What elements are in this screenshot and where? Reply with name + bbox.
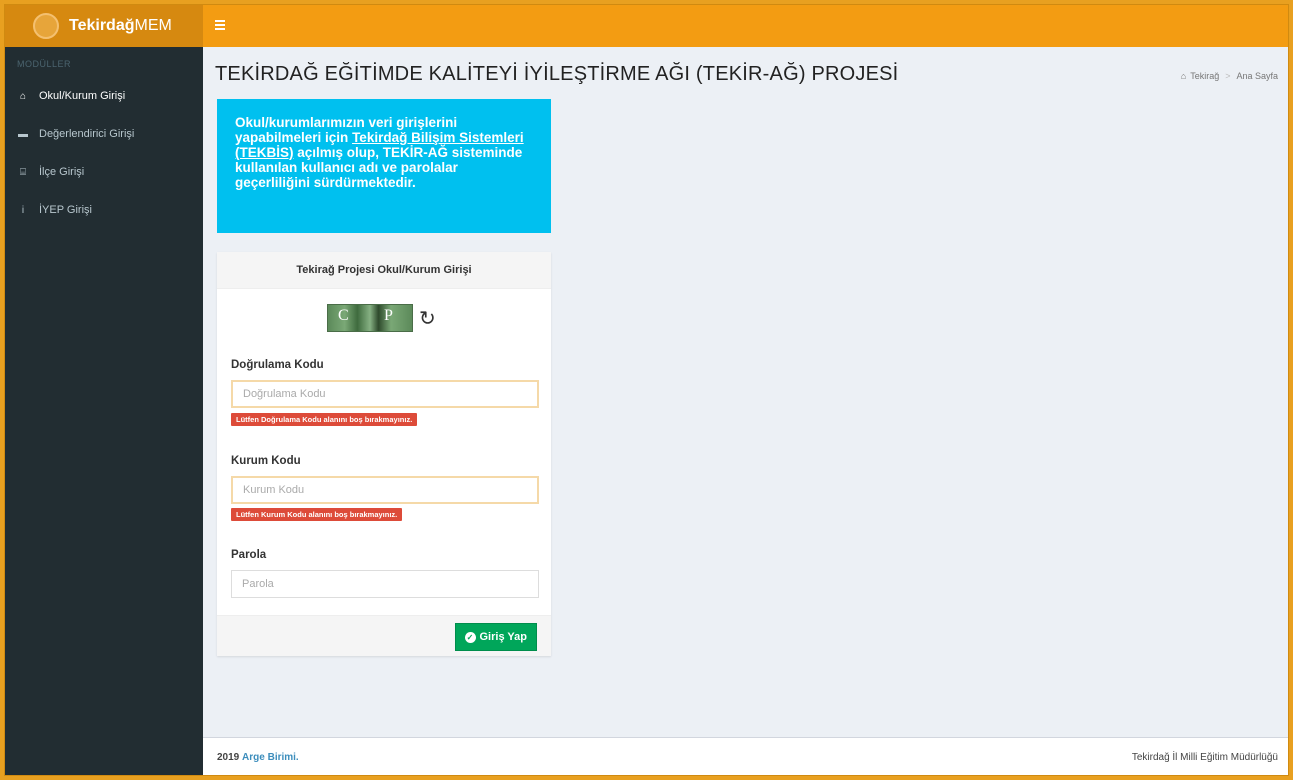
sidebar-item-label: Okul/Kurum Girişi [39, 90, 126, 102]
page-footer: 2019 Arge Birimi. Tekirdağ İl Milli Eğit… [203, 737, 1288, 775]
breadcrumb-item-home: Ana Sayfa [1236, 71, 1278, 81]
refresh-icon[interactable]: ↻ [419, 306, 436, 331]
login-button[interactable]: ✓ Giriş Yap [454, 623, 537, 651]
captcha-code-label: Doğrulama Kodu [231, 359, 324, 371]
institution-icon: ⌸ [20, 166, 26, 178]
captcha-char: P [384, 307, 393, 324]
sidebar-item-label: İlçe Girişi [39, 166, 85, 178]
main-content: TEKİRDAĞ EĞİTİMDE KALİTEYİ İYİLEŞTİRME A… [203, 47, 1288, 737]
breadcrumb-separator: > [1225, 71, 1231, 81]
check-circle-icon: ✓ [464, 631, 476, 643]
menu-toggle-icon[interactable] [215, 18, 229, 34]
footer-org: Tekirdağ İl Milli Eğitim Müdürlüğü [1131, 752, 1278, 763]
logo[interactable]: TekirdağMEM [5, 5, 203, 47]
sidebar-item-iyep[interactable]: i İYEP Girişi [5, 191, 203, 229]
sidebar-heading: MODÜLLER [17, 59, 72, 69]
sidebar: MODÜLLER ⌂ Okul/Kurum Girişi ▬ Değerlend… [5, 47, 203, 775]
logo-text: TekirdağMEM [69, 17, 172, 34]
login-box-footer: ✓ Giriş Yap [217, 615, 551, 656]
sidebar-item-label: Değerlendirici Girişi [39, 128, 135, 140]
captcha-code-error: Lütfen Doğrulama Kodu alanını boş bırakm… [231, 413, 418, 426]
login-box: Tekirağ Projesi Okul/Kurum Girişi C P ↻ … [217, 252, 551, 656]
app-frame: TekirdağMEM MODÜLLER ⌂ Okul/Kurum Girişi… [4, 4, 1289, 776]
info-icon: i [21, 204, 25, 216]
emblem-icon [33, 13, 59, 39]
password-label: Parola [231, 549, 267, 561]
footer-arge-link[interactable]: Arge Birimi. [242, 752, 299, 763]
institution-code-label: Kurum Kodu [231, 455, 301, 467]
login-button-label: Giriş Yap [479, 631, 528, 643]
page-title: TEKİRDAĞ EĞİTİMDE KALİTEYİ İYİLEŞTİRME A… [215, 63, 899, 85]
info-callout: Okul/kurumlarımızın veri girişlerini yap… [217, 99, 551, 233]
captcha-code-input[interactable] [231, 380, 539, 408]
top-header: TekirdağMEM [5, 5, 1288, 47]
captcha-char: C [338, 307, 349, 324]
home-icon: ⌂ [19, 90, 27, 102]
captcha-image: C P [327, 304, 413, 332]
captcha-row: C P ↻ [327, 304, 436, 332]
dashboard-icon: ⌂ [1180, 71, 1187, 81]
breadcrumb-item-tekirag[interactable]: Tekirağ [1190, 71, 1219, 81]
sidebar-item-degerlendirici[interactable]: ▬ Değerlendirici Girişi [5, 115, 203, 153]
sidebar-item-okul-kurum[interactable]: ⌂ Okul/Kurum Girişi [5, 77, 203, 115]
institution-code-input[interactable] [231, 476, 539, 504]
password-input[interactable] [231, 570, 539, 598]
footer-year: 2019 [217, 752, 240, 763]
breadcrumb: ⌂ Tekirağ > Ana Sayfa [1181, 71, 1278, 81]
sidebar-item-label: İYEP Girişi [39, 204, 92, 216]
login-box-title: Tekirağ Projesi Okul/Kurum Girişi [217, 252, 551, 289]
footer-copyright: 2019 Arge Birimi. [217, 752, 299, 763]
id-card-icon: ▬ [18, 128, 28, 140]
sidebar-item-ilce[interactable]: ⌸ İlçe Girişi [5, 153, 203, 191]
institution-code-error: Lütfen Kurum Kodu alanını boş bırakmayın… [231, 508, 403, 521]
